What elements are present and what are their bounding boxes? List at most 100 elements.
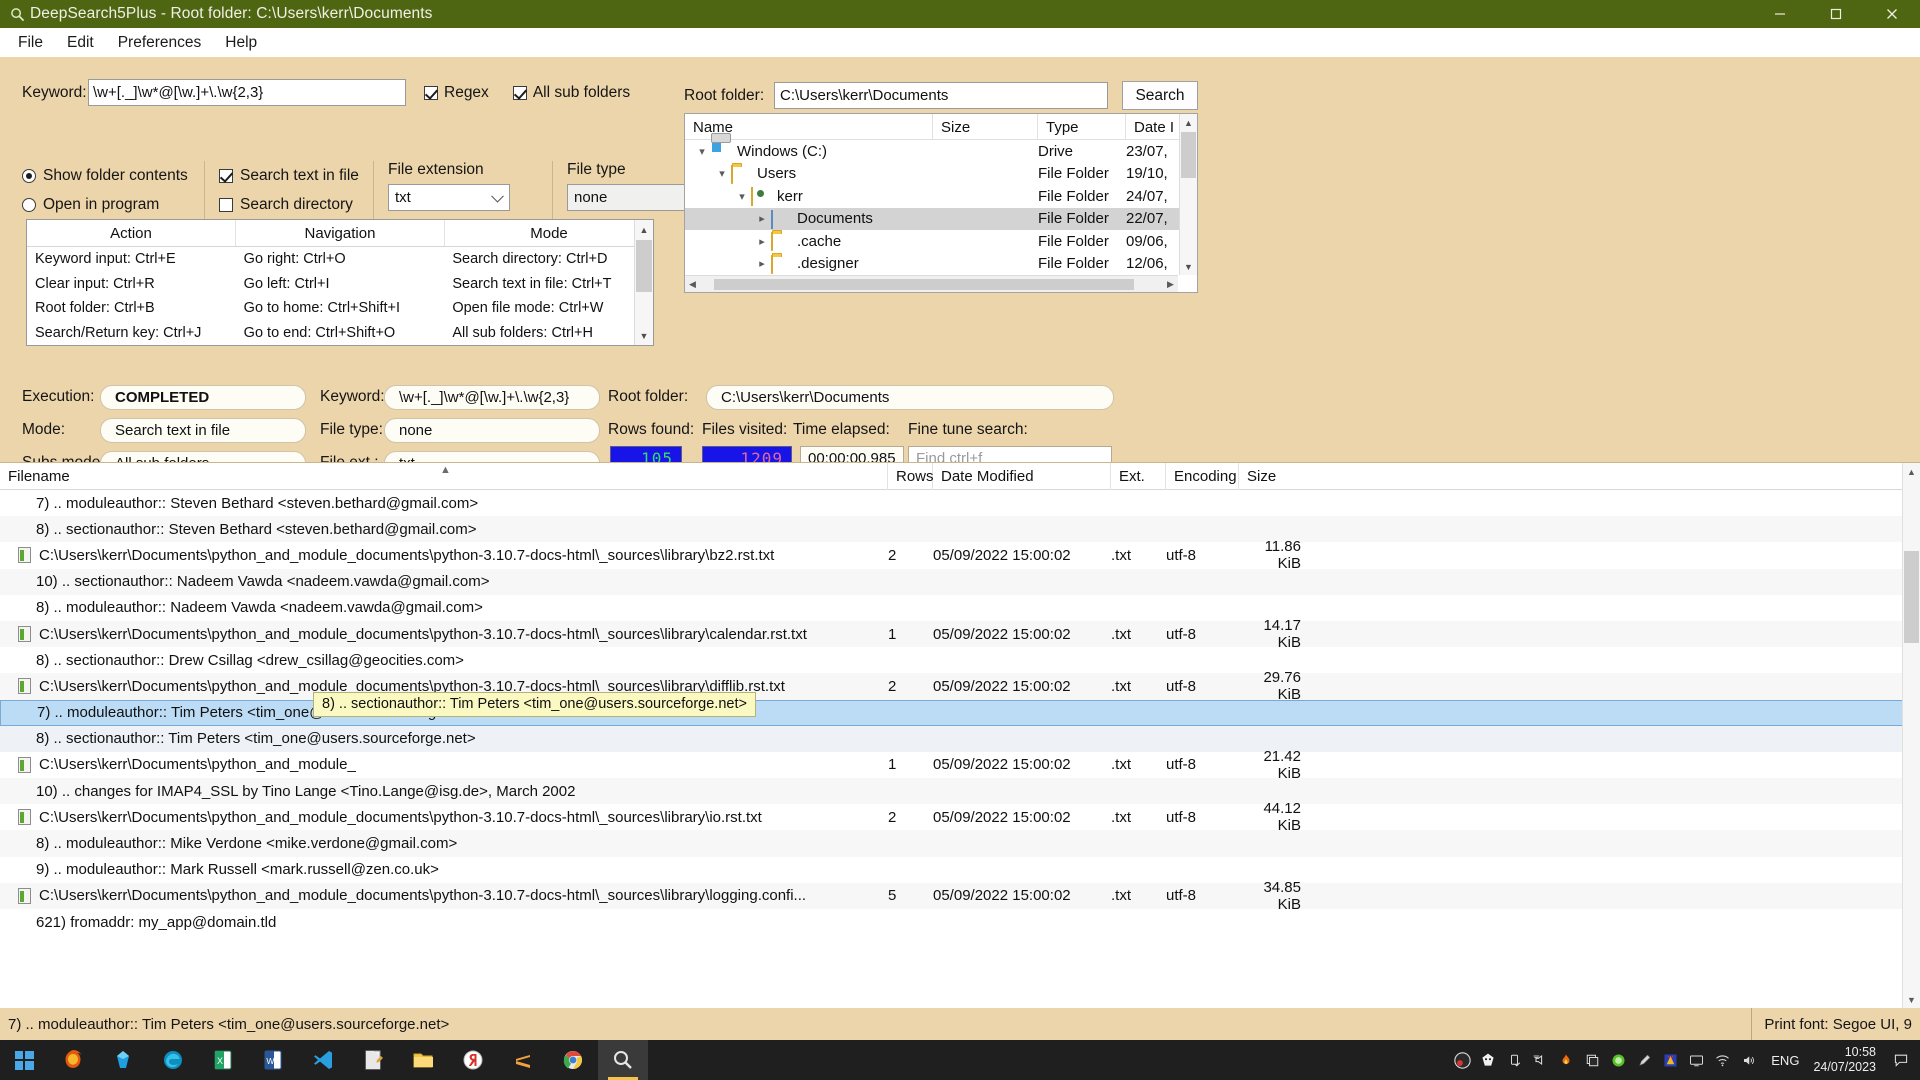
checkbox-search-directory[interactable]: Search directory [219,190,359,219]
notification-icon[interactable] [1888,1040,1914,1080]
tree-row[interactable]: ▾ Users File Folder 19/10, [685,163,1197,186]
all-sub-folders-checkbox[interactable]: All sub folders [512,84,630,102]
language-indicator[interactable]: ENG [1761,1053,1809,1068]
results-vertical-scrollbar[interactable]: ▲ ▼ [1902,463,1920,1008]
scroll-up-icon[interactable]: ▲ [1903,463,1920,480]
scroll-up-icon[interactable]: ▲ [635,220,653,239]
result-hit-row[interactable]: 8) .. moduleauthor:: Mike Verdone <mike.… [0,830,1920,857]
screen-icon[interactable] [1683,1040,1709,1080]
result-hit-row[interactable]: 10) .. sectionauthor:: Nadeem Vawda <nad… [0,568,1920,595]
result-file-row[interactable]: C:\Users\kerr\Documents\python_and_modul… [0,538,1920,572]
scrollbar-thumb[interactable] [636,240,652,292]
chevron-right-icon[interactable]: ▸ [753,255,771,273]
result-hit-row[interactable]: 8) .. sectionauthor:: Drew Csillag <drew… [0,647,1920,673]
tree-header-size[interactable]: Size [933,114,1038,140]
chevron-down-icon[interactable]: ▾ [693,142,711,160]
tree-row[interactable]: ▾ Windows (C:) Drive 23/07, [685,140,1197,163]
scroll-down-icon[interactable]: ▼ [1180,258,1197,275]
foobar-icon[interactable] [1475,1040,1501,1080]
taskbar-app-file-explorer[interactable] [398,1040,448,1080]
result-hit-row[interactable]: 8) .. sectionauthor:: Steven Bethard <st… [0,516,1920,543]
taskbar-app-thunderbird[interactable] [98,1040,148,1080]
obs-icon[interactable] [1449,1040,1475,1080]
scroll-up-icon[interactable]: ▲ [1180,114,1197,131]
scrollbar-thumb[interactable] [714,278,1134,290]
results-header-encoding[interactable]: Encoding [1166,463,1239,490]
scroll-left-icon[interactable]: ◀ [685,276,700,293]
chevron-down-icon[interactable]: ▾ [733,187,751,205]
maximize-button[interactable] [1808,0,1864,28]
chevron-down-icon[interactable]: ▾ [713,165,731,183]
taskbar-app-edge[interactable] [148,1040,198,1080]
tree-header-type[interactable]: Type [1038,114,1126,140]
volume-icon[interactable] [1735,1040,1761,1080]
flame-icon[interactable] [1553,1040,1579,1080]
scrollbar-thumb[interactable] [1904,551,1919,643]
taskbar-app-deepsearch[interactable] [598,1040,648,1080]
result-hit-row[interactable]: 7) .. moduleauthor:: Steven Bethard <ste… [0,490,1920,516]
app-icon[interactable] [1657,1040,1683,1080]
taskbar-app-yandex[interactable] [448,1040,498,1080]
result-file-row[interactable]: C:\Users\kerr\Documents\python_and_modul… [0,800,1920,834]
result-hit-row[interactable]: 8) .. sectionauthor:: Tim Peters <tim_on… [0,725,1920,752]
chevron-right-icon[interactable]: ▸ [753,210,771,228]
result-hit-row[interactable]: 8) .. moduleauthor:: Nadeem Vawda <nadee… [0,595,1920,621]
scroll-down-icon[interactable]: ▼ [635,326,653,345]
result-hit-row[interactable]: 621) fromaddr: my_app@domain.tld [0,909,1920,935]
results-header-date-modified[interactable]: Date Modified [933,463,1111,490]
start-button[interactable] [0,1040,48,1080]
scroll-right-icon[interactable]: ▶ [1163,276,1178,293]
minimize-button[interactable] [1752,0,1808,28]
menu-help[interactable]: Help [213,31,269,55]
results-header-ext[interactable]: Ext. [1111,463,1166,490]
results-header-rows[interactable]: Rows [888,463,934,490]
usb-eject-icon[interactable] [1501,1040,1527,1080]
tree-row-documents[interactable]: ▸ Documents File Folder 22/07, [685,207,1197,230]
network-icon[interactable] [1709,1040,1735,1080]
audio-switch-icon[interactable] [1527,1040,1553,1080]
taskbar-app-vscode[interactable] [298,1040,348,1080]
tree-row[interactable]: ▸ .cache File Folder 09/06, [685,230,1197,253]
window-icon[interactable] [1579,1040,1605,1080]
close-button[interactable] [1864,0,1920,28]
folder-tree[interactable]: Name Size Type Date I ▾ Windows (C:) Dri… [684,113,1198,293]
shortcuts-scrollbar[interactable]: ▲ ▼ [634,220,653,345]
result-hit-row-selected[interactable]: 7) .. moduleauthor:: Tim Peters <tim_one… [0,699,1920,726]
chevron-right-icon[interactable]: ▸ [753,232,771,250]
nvidia-icon[interactable] [1605,1040,1631,1080]
results-header-size[interactable]: Size [1239,463,1303,490]
radio-open-in-program[interactable]: Open in program [22,190,190,219]
clock[interactable]: 10:58 24/07/2023 [1809,1045,1888,1075]
keyword-input[interactable]: \w+[._]\w*@[\w.]+\.\w{2,3} [88,79,406,106]
regex-checkbox[interactable]: Regex [424,84,489,102]
menu-file[interactable]: File [6,31,55,55]
taskbar-app-chrome[interactable] [548,1040,598,1080]
result-hit-row[interactable]: 9) .. moduleauthor:: Mark Russell <mark.… [0,857,1920,883]
result-hit-row[interactable]: 10) .. changes for IMAP4_SSL by Tino Lan… [0,778,1920,805]
menu-edit[interactable]: Edit [55,31,106,55]
checkbox-search-text-in-file[interactable]: Search text in file [219,161,359,190]
file-extension-select[interactable]: txt [388,184,510,211]
tree-vertical-scrollbar[interactable]: ▲ ▼ [1179,114,1197,275]
menu-preferences[interactable]: Preferences [106,31,214,55]
taskbar-app-firefox[interactable] [48,1040,98,1080]
result-file-row[interactable]: C:\Users\kerr\Documents\python_and_modul… [0,669,1920,703]
tree-row[interactable]: ▾ kerr File Folder 24/07, [685,185,1197,208]
tree-horizontal-scrollbar[interactable]: ◀ ▶ [685,275,1178,292]
result-file-row[interactable]: C:\Users\kerr\Documents\python_and_modul… [0,748,1920,782]
radio-show-folder-contents[interactable]: Show folder contents [22,161,190,190]
results-header-filename[interactable]: Filename ▲ [0,463,888,490]
pen-icon[interactable] [1631,1040,1657,1080]
scrollbar-thumb[interactable] [1181,132,1196,178]
tree-header-date[interactable]: Date I [1126,114,1180,140]
taskbar-app-sublime[interactable] [498,1040,548,1080]
scroll-down-icon[interactable]: ▼ [1903,991,1920,1008]
result-file-row[interactable]: C:\Users\kerr\Documents\python_and_modul… [0,879,1920,913]
result-file-row[interactable]: C:\Users\kerr\Documents\python_and_modul… [0,617,1920,651]
taskbar-app-word[interactable]: W [248,1040,298,1080]
root-folder-input[interactable]: C:\Users\kerr\Documents [774,82,1108,109]
search-button[interactable]: Search [1122,81,1198,110]
tree-row[interactable]: ▸ .designer File Folder 12/06, [685,253,1197,276]
taskbar-app-excel[interactable]: X [198,1040,248,1080]
taskbar-app-notepad[interactable] [348,1040,398,1080]
